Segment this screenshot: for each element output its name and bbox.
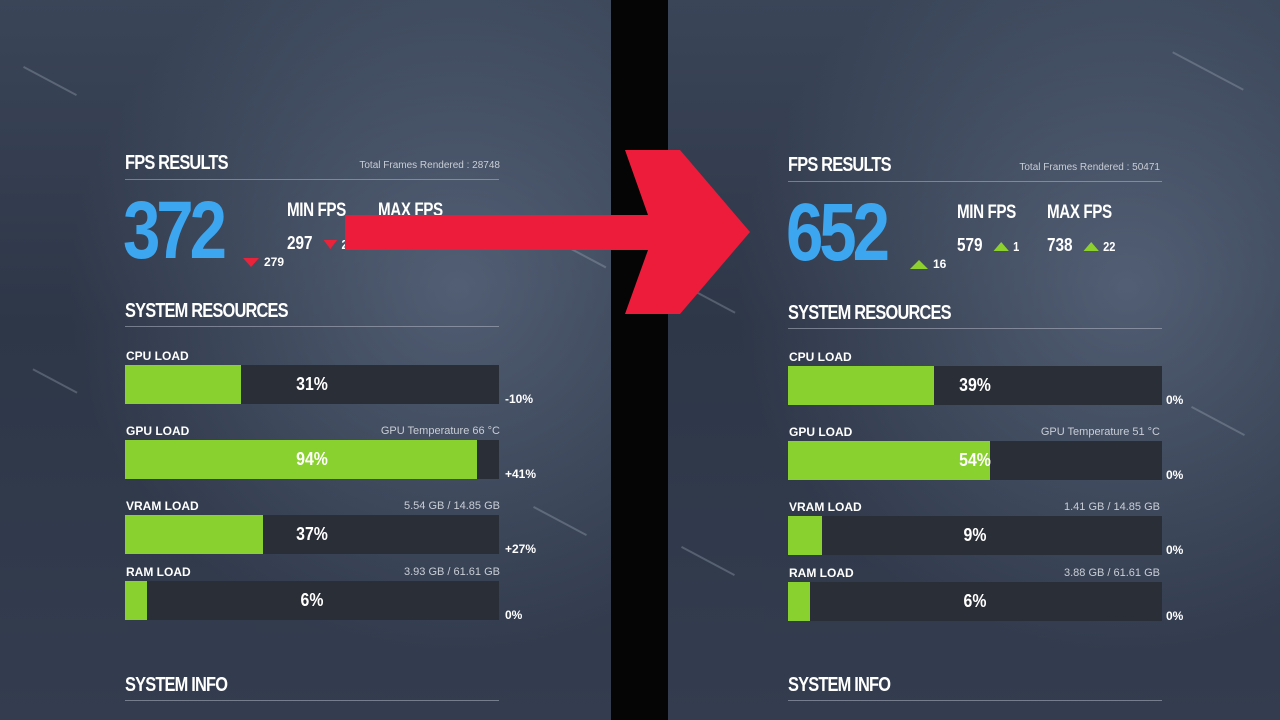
cpu-load-delta: -10%	[505, 392, 534, 406]
average-fps-delta: 16	[910, 257, 946, 271]
system-info-title: SYSTEM INFO	[788, 674, 891, 696]
cpu-load-percent: 31%	[296, 374, 328, 394]
cpu-load-percent: 39%	[959, 375, 991, 395]
vram-load-delta: +27%	[505, 542, 537, 556]
gpu-load-bar: 94%	[125, 440, 499, 479]
ram-load-fill	[788, 582, 811, 621]
ram-load-label: RAM LOAD	[126, 565, 191, 579]
ram-load-percent: 6%	[963, 591, 987, 611]
gpu-temperature: GPU Temperature 66 °C	[380, 425, 500, 437]
section-divider	[788, 700, 1162, 701]
cpu-load-label: CPU LOAD	[126, 349, 189, 363]
gpu-load-delta: +41%	[505, 467, 537, 481]
vram-load-bar: 37%	[125, 515, 499, 554]
min-fps-label: MIN FPS	[957, 202, 1016, 223]
section-divider	[125, 326, 499, 327]
after-results-panel: FPS RESULTS Total Frames Rendered : 5047…	[668, 0, 1280, 720]
vram-load-percent: 9%	[963, 525, 987, 545]
section-divider	[788, 328, 1162, 329]
ram-load-delta: 0%	[1166, 609, 1184, 623]
gpu-load-percent: 54%	[959, 450, 991, 470]
total-frames-rendered: Total Frames Rendered : 28748	[359, 160, 500, 171]
gpu-temperature: GPU Temperature 51 °C	[1040, 426, 1160, 438]
vram-load-percent: 37%	[296, 524, 328, 544]
ram-load-label: RAM LOAD	[789, 566, 854, 580]
gpu-load-label: GPU LOAD	[126, 424, 190, 438]
ram-usage: 3.93 GB / 61.61 GB	[403, 566, 500, 578]
section-divider	[788, 181, 1162, 182]
gpu-load-label: GPU LOAD	[789, 425, 853, 439]
triangle-up-icon	[993, 241, 1009, 251]
average-fps-delta: 279	[243, 255, 284, 269]
cpu-load-label: CPU LOAD	[789, 350, 852, 364]
min-fps-value: 579 1	[957, 235, 1020, 255]
vram-usage: 5.54 GB / 14.85 GB	[403, 500, 500, 512]
triangle-up-icon	[1083, 241, 1099, 251]
ram-load-fill	[125, 581, 148, 620]
system-resources-title: SYSTEM RESOURCES	[125, 300, 289, 322]
vram-usage: 1.41 GB / 14.85 GB	[1063, 501, 1160, 513]
min-fps-label: MIN FPS	[287, 200, 346, 221]
average-fps-value: 372	[123, 185, 227, 276]
panel-divider	[611, 0, 668, 720]
vram-load-label: VRAM LOAD	[789, 500, 862, 514]
triangle-up-icon	[910, 260, 928, 270]
triangle-down-icon	[323, 239, 338, 249]
max-fps-label: MAX FPS	[1047, 202, 1112, 223]
fps-results-title: FPS RESULTS	[125, 152, 229, 174]
fps-results-title: FPS RESULTS	[788, 154, 892, 176]
gpu-load-delta: 0%	[1166, 468, 1184, 482]
ram-usage: 3.88 GB / 61.61 GB	[1063, 567, 1160, 579]
ram-load-bar: 6%	[125, 581, 499, 620]
total-frames-rendered: Total Frames Rendered : 50471	[1019, 162, 1160, 173]
section-divider	[125, 700, 499, 701]
min-fps-value: 297 2	[287, 233, 348, 253]
system-info-title: SYSTEM INFO	[125, 674, 228, 696]
gpu-load-percent: 94%	[296, 449, 328, 469]
max-fps-value: 738 22	[1047, 235, 1116, 255]
triangle-down-icon	[243, 258, 259, 268]
before-results-panel: FPS RESULTS Total Frames Rendered : 2874…	[0, 0, 611, 720]
gpu-load-bar: 54%	[788, 441, 1162, 480]
cpu-load-bar: 39%	[788, 366, 1162, 405]
ram-load-percent: 6%	[300, 590, 324, 610]
vram-load-bar: 9%	[788, 516, 1162, 555]
section-divider	[125, 179, 499, 180]
cpu-load-delta: 0%	[1166, 393, 1184, 407]
vram-load-delta: 0%	[1166, 543, 1184, 557]
average-fps-value: 652	[786, 187, 890, 278]
vram-load-label: VRAM LOAD	[126, 499, 199, 513]
system-resources-title: SYSTEM RESOURCES	[788, 302, 952, 324]
ram-load-bar: 6%	[788, 582, 1162, 621]
ram-load-delta: 0%	[505, 608, 523, 622]
max-fps-label: MAX FPS	[378, 200, 443, 221]
cpu-load-bar: 31%	[125, 365, 499, 404]
